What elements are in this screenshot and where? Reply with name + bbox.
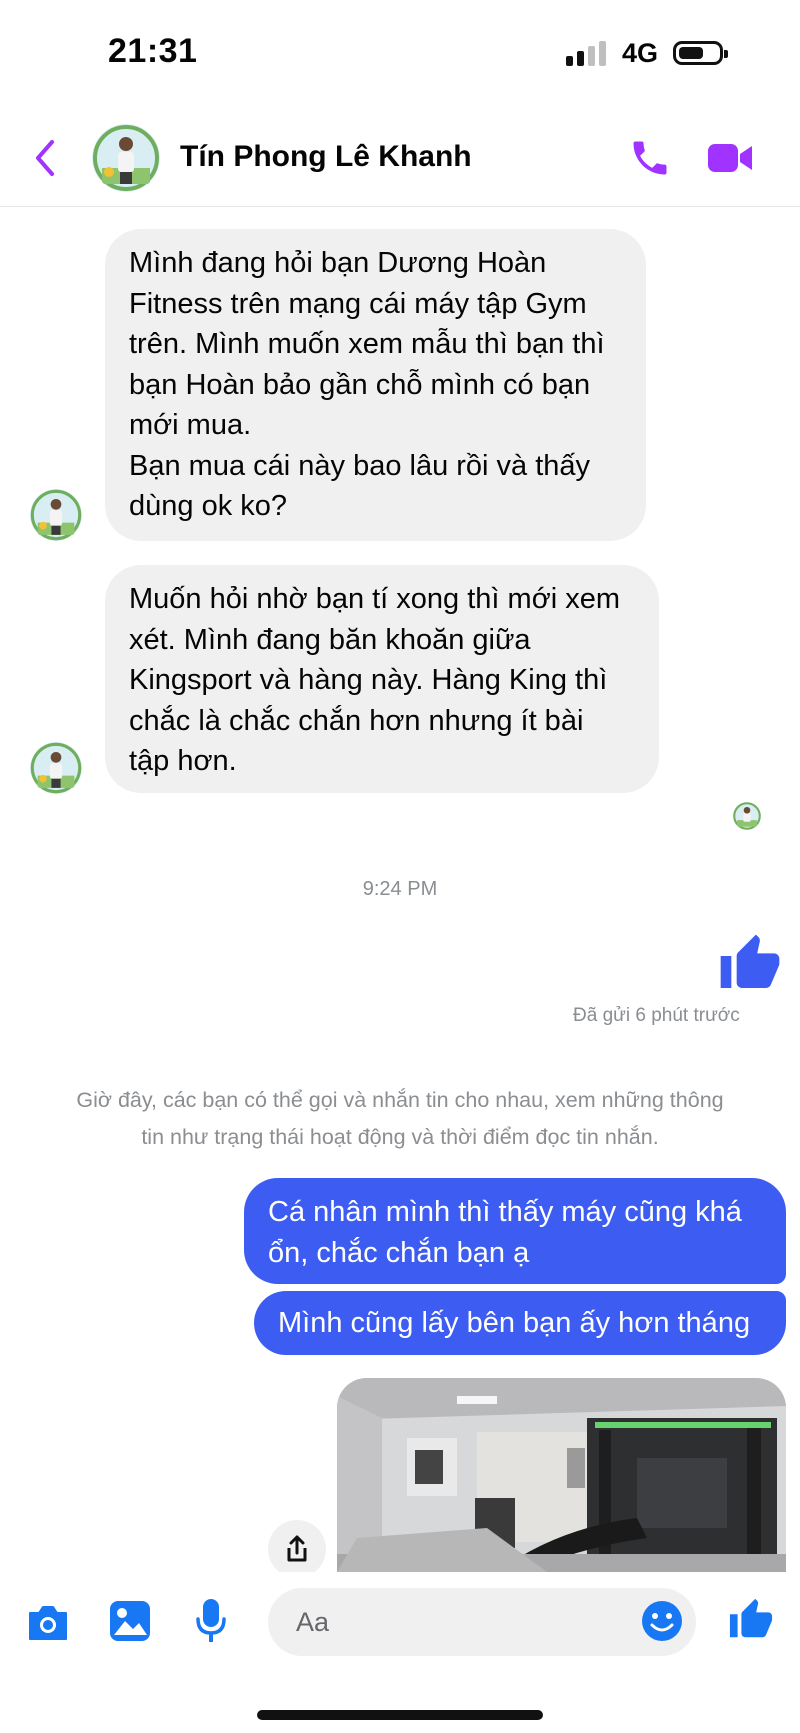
sender-avatar[interactable]: [30, 489, 82, 541]
battery-icon: [673, 41, 728, 65]
like-icon[interactable]: [718, 930, 782, 998]
microphone-icon[interactable]: [195, 1597, 227, 1645]
contact-avatar[interactable]: [92, 124, 160, 192]
photo-attachment[interactable]: [337, 1378, 786, 1572]
signal-icon: [566, 40, 606, 66]
seen-indicator-avatar: [733, 802, 761, 830]
share-button[interactable]: [268, 1520, 326, 1578]
outgoing-message[interactable]: Cá nhân mình thì thấy máy cũng khá ổn, c…: [244, 1178, 786, 1284]
sent-status: Đã gửi 6 phút trước: [573, 1005, 740, 1026]
message-input[interactable]: [268, 1588, 696, 1656]
system-notice: Giờ đây, các bạn có thể gọi và nhắn tin …: [76, 1088, 724, 1149]
gallery-icon[interactable]: [108, 1599, 152, 1643]
network-type: 4G: [622, 38, 659, 68]
share-icon: [287, 1535, 307, 1562]
sender-avatar[interactable]: [30, 742, 82, 794]
back-icon[interactable]: [30, 136, 60, 180]
like-send-icon[interactable]: [728, 1596, 774, 1644]
emoji-icon[interactable]: [640, 1599, 684, 1643]
incoming-message[interactable]: Mình đang hỏi bạn Dương Hoàn Fitness trê…: [105, 229, 646, 541]
message-timestamp: 9:24 PM: [362, 878, 438, 900]
home-indicator: [257, 1710, 543, 1720]
contact-name[interactable]: Tín Phong Lê Khanh: [180, 140, 472, 174]
video-icon[interactable]: [706, 140, 754, 176]
header-divider: [0, 206, 800, 207]
camera-icon[interactable]: [26, 1603, 70, 1643]
phone-icon[interactable]: [628, 136, 672, 180]
outgoing-message[interactable]: Mình cũng lấy bên bạn ấy hơn tháng: [254, 1291, 786, 1355]
status-time: 21:31: [108, 32, 198, 70]
incoming-message[interactable]: Muốn hỏi nhờ bạn tí xong thì mới xem xét…: [105, 565, 659, 793]
